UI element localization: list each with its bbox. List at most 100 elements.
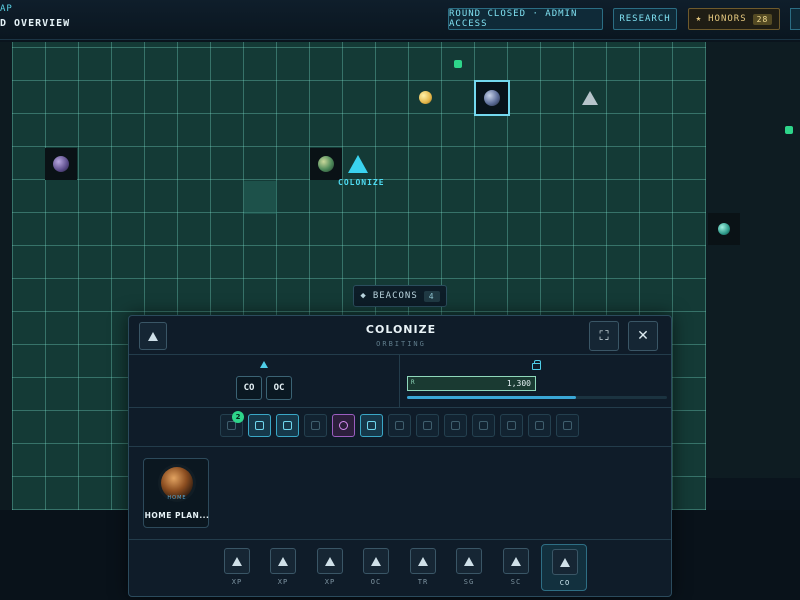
triangle-up-icon [325, 556, 335, 566]
triangle-up-icon [464, 556, 474, 566]
bottom-button-sg[interactable] [456, 548, 482, 574]
tool-bank-button[interactable] [388, 414, 411, 437]
scan-icon [255, 421, 264, 430]
research-label: RESEARCH [619, 14, 671, 24]
close-icon: ✕ [637, 328, 649, 344]
panel-divider [129, 446, 671, 447]
code-box-co[interactable]: CO [236, 376, 262, 400]
focus-icon [367, 421, 376, 430]
beacons-count-badge: 4 [423, 290, 440, 302]
diamond-icon: ◆ [360, 291, 367, 301]
person-icon [311, 421, 320, 430]
line-icon [535, 421, 544, 430]
research-button[interactable]: RESEARCH [613, 8, 677, 30]
route-icon [451, 421, 460, 430]
beacon-dot-icon[interactable] [454, 60, 462, 68]
round-status-button[interactable]: ROUND CLOSED · ADMIN ACCESS [448, 8, 603, 30]
triangle-up-icon [278, 556, 288, 566]
triangle-up-icon [511, 556, 521, 566]
frame-icon [479, 421, 488, 430]
page-title: D OVERVIEW [0, 18, 71, 29]
tool-scan-button[interactable] [248, 414, 271, 437]
tool-frame-button[interactable] [472, 414, 495, 437]
round-status-label: ROUND CLOSED · ADMIN ACCESS [449, 9, 578, 29]
tool-person-button[interactable] [304, 414, 327, 437]
fleet-triangle-icon[interactable] [582, 91, 598, 105]
shield-icon [423, 421, 432, 430]
colonize-ship-icon[interactable] [348, 155, 368, 173]
planet-teal-icon [718, 223, 730, 235]
colonize-map-label: COLONIZE [338, 178, 385, 187]
home-tag: HOME [167, 495, 187, 501]
map-tile-planet[interactable] [310, 148, 342, 180]
panel-divider [399, 354, 400, 407]
tool-crosshair-button[interactable] [332, 414, 355, 437]
map-tile-planet[interactable] [708, 213, 740, 245]
triangle-up-icon [371, 556, 381, 566]
map-tile-highlight [244, 181, 277, 214]
bottom-button-xp[interactable] [317, 548, 343, 574]
bottom-button-active-co[interactable]: CO [541, 544, 587, 591]
progress-fill [407, 396, 576, 399]
network-icon [507, 421, 516, 430]
expand-button[interactable]: ⛶ [589, 321, 619, 351]
tool-route-button[interactable] [444, 414, 467, 437]
bottom-button-xp[interactable] [270, 548, 296, 574]
bottom-button-label: SC [510, 578, 522, 586]
tool-network-button[interactable] [500, 414, 523, 437]
close-button[interactable]: ✕ [628, 321, 658, 351]
topbar-overflow-button[interactable] [790, 8, 800, 30]
bottom-button-label: XP [277, 578, 289, 586]
top-bar: AP D OVERVIEW ROUND CLOSED · ADMIN ACCES… [0, 0, 800, 40]
planet-purple-icon [53, 156, 69, 172]
expand-icon: ⛶ [599, 328, 609, 344]
beacon-dot-icon[interactable] [785, 126, 793, 134]
resource-letter: R [411, 379, 415, 386]
star-icon: ★ [695, 14, 703, 24]
map-right-area [706, 42, 800, 478]
bottom-button-label: OC [370, 578, 382, 586]
bottom-button-label: XP [231, 578, 243, 586]
code-box-oc[interactable]: OC [266, 376, 292, 400]
bottom-button-label: CO [559, 579, 571, 587]
tool-target-button[interactable] [276, 414, 299, 437]
panel-divider [129, 354, 671, 355]
bottom-button-label: XP [324, 578, 336, 586]
progress-bar [407, 396, 667, 399]
honors-button[interactable]: ★ HONORS 28 [688, 8, 780, 30]
bottom-button-oc[interactable] [363, 548, 389, 574]
target-icon [283, 421, 292, 430]
honors-label: HONORS [708, 14, 747, 24]
bank-icon [395, 421, 404, 430]
tool-square-button[interactable] [556, 414, 579, 437]
bottom-button-xp[interactable] [224, 548, 250, 574]
tool-shield-button[interactable] [416, 414, 439, 437]
triangle-up-icon [418, 556, 428, 566]
tool-line-button[interactable] [528, 414, 551, 437]
square-icon [563, 421, 572, 430]
home-planet-card[interactable]: HOME HOME PLAN... [143, 458, 209, 528]
bottom-button-label: SG [463, 578, 475, 586]
honors-count-badge: 28 [752, 13, 773, 25]
star-gold-icon[interactable] [419, 91, 432, 104]
triangle-up-icon [232, 556, 242, 566]
triangle-up-icon [560, 557, 570, 567]
beacons-toggle-button[interactable]: ◆ BEACONS 4 [353, 285, 447, 307]
resource-value: 1,300 [506, 379, 531, 388]
map-tile-selected-planet[interactable] [474, 80, 510, 116]
bottom-button-co[interactable] [552, 549, 578, 575]
tool-focus-button[interactable] [360, 414, 383, 437]
bottom-button-tr[interactable] [410, 548, 436, 574]
tool-count-badge: 2 [232, 411, 244, 423]
breadcrumb-parent[interactable]: AP [0, 4, 13, 14]
bottom-button-sc[interactable] [503, 548, 529, 574]
beacons-label: BEACONS [372, 291, 418, 301]
home-planet-label: HOME PLAN... [144, 511, 210, 520]
bottom-button-label: TR [417, 578, 429, 586]
crosshair-icon [339, 421, 348, 430]
map-left-edge [0, 42, 12, 510]
resource-field[interactable]: R 1,300 [407, 376, 536, 391]
map-tile-planet[interactable] [45, 148, 77, 180]
panel-divider [129, 539, 671, 540]
triangle-section-icon [260, 361, 268, 368]
